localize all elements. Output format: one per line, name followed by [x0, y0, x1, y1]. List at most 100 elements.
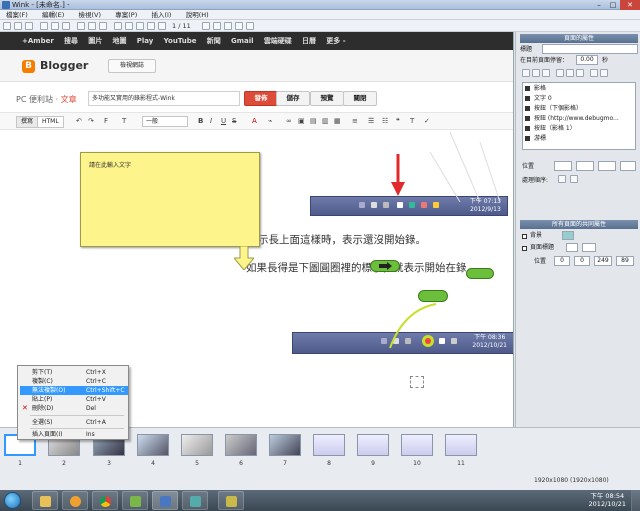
layer-checkbox[interactable] — [525, 86, 530, 91]
button-icon[interactable] — [224, 22, 232, 30]
publish-button[interactable]: 發佈 — [244, 91, 278, 106]
strikethrough-icon[interactable]: S — [232, 117, 236, 126]
title-color-icon[interactable] — [582, 243, 596, 252]
frame-thumbnail[interactable] — [445, 434, 477, 456]
gbar-item[interactable]: 圖片 — [84, 32, 106, 50]
start-button[interactable] — [4, 492, 21, 509]
text-icon[interactable] — [213, 22, 221, 30]
layer-item[interactable]: 影格 — [525, 85, 633, 93]
background-image-icon[interactable] — [562, 231, 574, 240]
order-up-icon[interactable] — [558, 175, 566, 183]
minimize-button[interactable]: – — [592, 0, 606, 10]
numbered-list-icon[interactable]: ☰ — [368, 117, 374, 126]
menu-insert[interactable]: 插入(I) — [145, 10, 177, 20]
wink-taskbar-button[interactable] — [152, 491, 178, 510]
layer-item[interactable]: 按鈕（下個影格） — [525, 105, 633, 113]
wink-link-button[interactable] — [466, 268, 494, 279]
layer-item[interactable]: 按鈕 (http://www.debugmo... — [525, 115, 633, 123]
underline-icon[interactable]: U — [221, 117, 226, 126]
layer-checkbox[interactable] — [525, 136, 530, 141]
layer-tool-icon[interactable] — [576, 69, 584, 77]
media-taskbar-button[interactable] — [62, 491, 88, 510]
position-w-input[interactable] — [598, 161, 616, 171]
frame-thumbnail[interactable] — [357, 434, 389, 456]
new-icon[interactable] — [3, 22, 11, 30]
frame-thumbnail[interactable] — [225, 434, 257, 456]
layer-tool-icon[interactable] — [522, 69, 530, 77]
menu-item-copy[interactable]: 複製(C) Ctrl+C — [20, 377, 128, 386]
quote-icon[interactable]: ❝ — [396, 117, 400, 126]
menu-item-copy-special[interactable]: 無法複製(O) Ctrl+Shift+C — [20, 386, 128, 395]
compose-mode-tab[interactable]: 撰寫 — [16, 116, 39, 128]
title-bar-checkbox[interactable] — [522, 246, 527, 251]
maximize-button[interactable]: □ — [606, 0, 620, 10]
menu-file[interactable]: 檔案(F) — [0, 10, 34, 20]
cut-icon[interactable] — [40, 22, 48, 30]
html-mode-tab[interactable]: HTML — [37, 116, 64, 128]
frame-thumbnail[interactable] — [313, 434, 345, 456]
paragraph-select[interactable]: 一般 — [142, 116, 188, 127]
gbar-item[interactable]: 新聞 — [203, 32, 225, 50]
order-down-icon[interactable] — [570, 175, 578, 183]
last-frame-icon[interactable] — [158, 22, 166, 30]
save-button[interactable]: 儲存 — [276, 91, 310, 106]
menu-item-insert-frame[interactable]: 插入頁面(I) Ins — [20, 430, 128, 439]
font-family-icon[interactable]: F — [104, 117, 108, 126]
post-title-input[interactable]: 多功能又實用的錄影程式-Wink — [88, 91, 240, 106]
record-icon[interactable] — [77, 22, 85, 30]
wink-frame-button[interactable] — [418, 290, 448, 302]
pos-x-input[interactable]: 0 — [554, 256, 570, 266]
gbar-item[interactable]: 地圖 — [109, 32, 131, 50]
layer-tool-icon[interactable] — [600, 69, 608, 77]
next-frame-icon[interactable] — [147, 22, 155, 30]
link-icon[interactable]: ∞ — [286, 117, 292, 126]
background-checkbox[interactable] — [522, 234, 527, 239]
italic-icon[interactable]: I — [210, 117, 212, 126]
close-button[interactable]: ✕ — [620, 0, 640, 10]
frame-thumbnail[interactable] — [269, 434, 301, 456]
layer-tool-icon[interactable] — [566, 69, 574, 77]
layer-tool-icon[interactable] — [556, 69, 564, 77]
gbar-item[interactable]: 搜尋 — [60, 32, 82, 50]
font-size-icon[interactable]: T — [122, 117, 126, 126]
menu-project[interactable]: 專案(P) — [109, 10, 143, 20]
save-icon[interactable] — [25, 22, 33, 30]
align-icon[interactable]: ≡ — [352, 117, 358, 126]
chrome-taskbar-button[interactable] — [92, 491, 118, 510]
layer-item[interactable]: 文字 0 — [525, 95, 633, 103]
system-clock[interactable]: 下午 08:54 2012/10/21 — [589, 492, 626, 508]
image-icon[interactable] — [235, 22, 243, 30]
app-taskbar-button[interactable] — [122, 491, 148, 510]
position-h-input[interactable] — [620, 161, 636, 171]
layer-tool-icon[interactable] — [542, 69, 550, 77]
position-x-input[interactable] — [554, 161, 572, 171]
bold-icon[interactable]: B — [198, 117, 203, 126]
layer-checkbox[interactable] — [525, 106, 530, 111]
insert-special-icon[interactable]: ▦ — [334, 117, 341, 126]
render-icon[interactable] — [88, 22, 96, 30]
clear-format-icon[interactable]: T — [410, 117, 414, 126]
close-post-button[interactable]: 關閉 — [343, 91, 377, 106]
layer-checkbox[interactable] — [525, 126, 530, 131]
menu-item-cut[interactable]: 剪下(T) Ctrl+X — [20, 368, 128, 377]
menu-item-delete[interactable]: ✕ 刪除(D) Del — [20, 404, 128, 413]
layer-checkbox[interactable] — [525, 116, 530, 121]
delay-input[interactable]: 0.00 — [576, 55, 598, 65]
gbar-item[interactable]: Gmail — [227, 32, 258, 50]
position-y-input[interactable] — [576, 161, 594, 171]
gbar-item[interactable]: Play — [133, 32, 158, 50]
pos-y-input[interactable]: 0 — [574, 256, 590, 266]
frame-thumbnail[interactable] — [401, 434, 433, 456]
gbar-item[interactable]: +Amber — [0, 32, 58, 50]
layer-item[interactable]: 游標 — [525, 135, 633, 143]
insert-video-icon[interactable]: ▤ — [310, 117, 317, 126]
gbar-item[interactable]: 雲端硬碟 — [260, 32, 296, 50]
preview-button[interactable]: 預覽 — [310, 91, 344, 106]
first-frame-icon[interactable] — [114, 22, 122, 30]
frame-title-input[interactable] — [542, 44, 638, 54]
prev-frame-icon[interactable] — [125, 22, 133, 30]
menu-edit[interactable]: 編輯(E) — [36, 10, 70, 20]
menu-view[interactable]: 檢視(V) — [72, 10, 107, 20]
layer-item[interactable]: 按鈕（影格 1） — [525, 125, 633, 133]
frame-thumbnail[interactable] — [137, 434, 169, 456]
